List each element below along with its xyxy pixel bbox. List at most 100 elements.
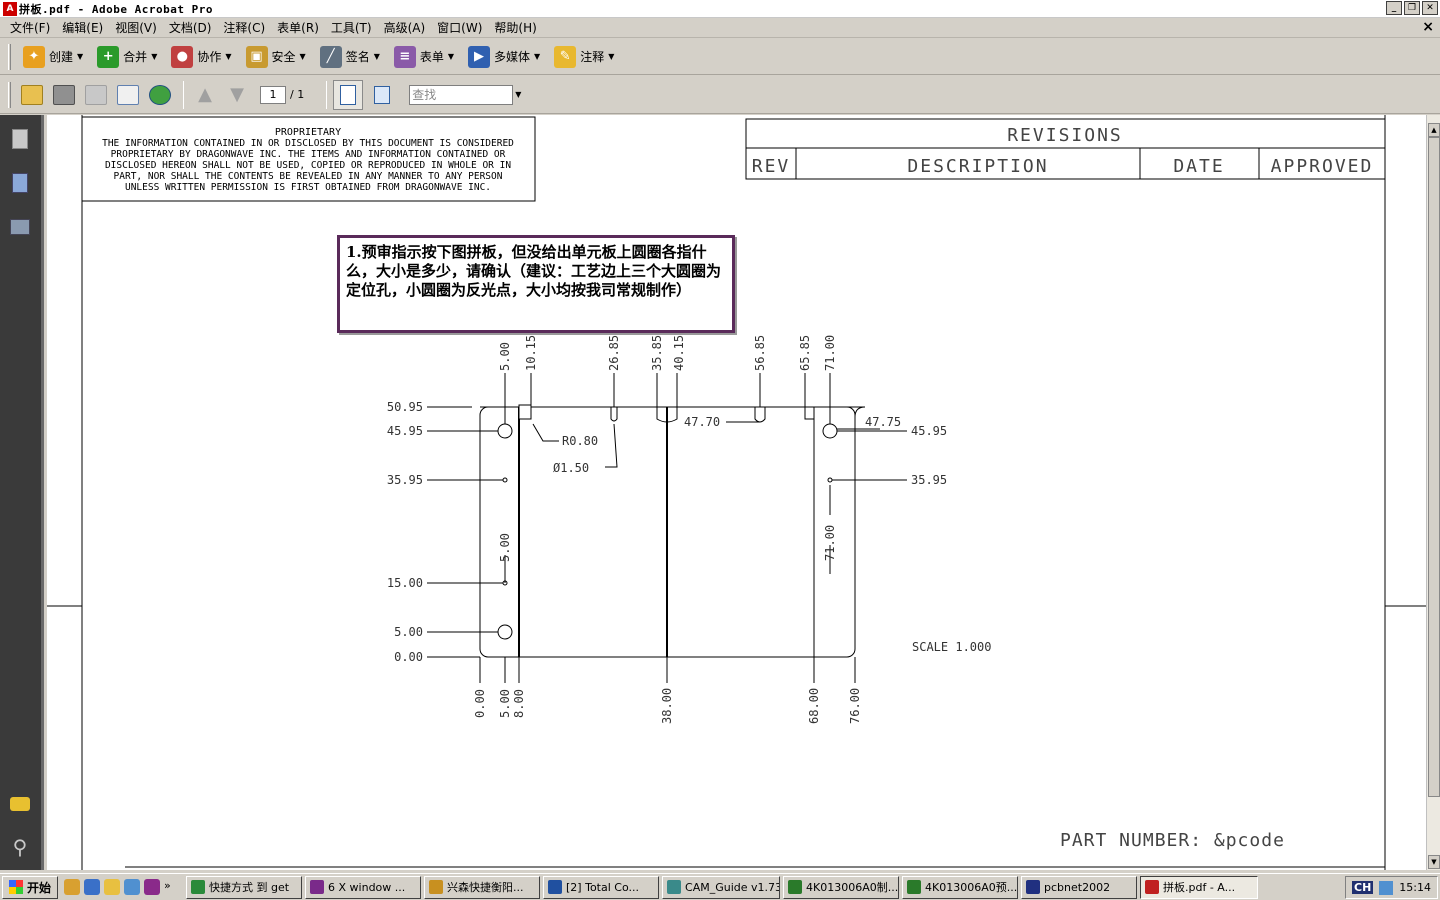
taskbar-item[interactable]: [2] Total Co... <box>543 875 660 899</box>
proprietary-line: DISCLOSED HEREON SHALL NOT BE USED, COPI… <box>105 160 511 171</box>
attachments-panel-button[interactable]: ⚲ <box>8 835 32 859</box>
language-indicator[interactable]: CH <box>1352 881 1374 894</box>
dim-label: 65.85 <box>798 335 812 371</box>
comment-button[interactable]: ✎ 注释 ▼ <box>548 42 620 72</box>
arrow-down-icon: ▼ <box>230 84 244 105</box>
menu-comments[interactable]: 注释(C) <box>217 19 271 36</box>
secure-button[interactable]: ▣ 安全 ▼ <box>240 42 312 72</box>
signature-icon <box>10 219 30 235</box>
minimize-button[interactable]: _ <box>1386 1 1402 15</box>
clock-icon[interactable] <box>104 879 121 895</box>
scroll-thumb[interactable] <box>1428 137 1440 797</box>
create-pdf-icon: ✦ <box>23 45 45 68</box>
vertical-scrollbar[interactable]: ▲ ▼ <box>1426 115 1440 870</box>
rev-header: REV <box>752 156 791 177</box>
taskbar-item[interactable]: CAM_Guide v1.73 <box>662 875 781 899</box>
document-view[interactable]: PROPRIETARY THE INFORMATION CONTAINED IN… <box>47 115 1426 870</box>
menu-edit[interactable]: 编辑(E) <box>56 19 109 36</box>
create-button[interactable]: ✦ 创建 ▼ <box>17 42 89 72</box>
dim-label: Ø1.50 <box>553 461 589 475</box>
scroll-down-icon[interactable]: ▼ <box>1428 855 1440 869</box>
pages-panel-button[interactable] <box>8 127 32 151</box>
document-close-icon[interactable]: × <box>1422 19 1434 35</box>
app-icon <box>191 880 206 894</box>
taskbar-item[interactable]: 快捷方式 到 get <box>186 875 303 899</box>
window-title: 拼板.pdf - Adobe Acrobat Pro <box>19 2 213 16</box>
dim-label: 71.00 <box>823 525 837 561</box>
forms-button[interactable]: ≡ 表单 ▼ <box>388 42 460 72</box>
review-comment-note[interactable]: 1.预审指示按下图拼板，但没给出单元板上圆圈各指什么，大小是多少，请确认（建议：… <box>337 235 735 333</box>
network-tray-icon[interactable] <box>1379 880 1394 895</box>
email-button[interactable] <box>113 81 143 109</box>
bookmarks-icon <box>12 173 28 193</box>
arrow-up-icon: ▲ <box>198 84 212 105</box>
menu-advanced[interactable]: 高级(A) <box>378 19 432 36</box>
dim-label: 76.00 <box>848 688 862 724</box>
dim-label: 35.95 <box>387 473 423 487</box>
page-number-input[interactable]: 1 <box>260 85 286 104</box>
proprietary-line: PROPRIETARY BY DRAGONWAVE INC. THE ITEMS… <box>111 149 506 160</box>
x-app-icon[interactable] <box>144 879 161 895</box>
dim-label: 68.00 <box>807 688 821 724</box>
menu-forms[interactable]: 表单(R) <box>271 19 325 36</box>
email-icon <box>117 84 139 105</box>
app-icon <box>667 880 682 894</box>
combine-button[interactable]: + 合并 ▼ <box>91 42 163 72</box>
app-icon <box>310 880 325 894</box>
dim-label: 71.00 <box>823 335 837 371</box>
quick-launch: » <box>64 879 180 895</box>
scroll-up-icon[interactable]: ▲ <box>1428 123 1440 137</box>
comments-panel-button[interactable] <box>8 792 32 816</box>
combine-files-icon: + <box>97 45 120 68</box>
dim-label: 8.00 <box>512 689 526 718</box>
fit-width-button[interactable] <box>333 79 364 110</box>
search-dropdown-icon[interactable]: ▼ <box>515 90 521 99</box>
task-toolbar: ✦ 创建 ▼ + 合并 ▼ ● 协作 ▼ ▣ 安全 ▼ ╱ 签名 ▼ ≡ 表单 ▼ ▶ 多媒体 ▼ ✎ 注释 ▼ <box>0 39 1440 75</box>
menu-document[interactable]: 文档(D) <box>163 19 218 36</box>
multimedia-button[interactable]: ▶ 多媒体 ▼ <box>462 42 546 72</box>
next-page-button[interactable]: ▼ <box>222 81 252 109</box>
network-icon[interactable] <box>64 879 81 895</box>
dim-label: 45.95 <box>387 424 423 438</box>
description-header: DESCRIPTION <box>907 156 1048 177</box>
start-button[interactable]: 开始 <box>2 875 59 899</box>
menu-window[interactable]: 窗口(W) <box>431 19 488 36</box>
signatures-panel-button[interactable] <box>8 215 32 239</box>
fit-page-icon <box>374 85 391 104</box>
outlook-icon[interactable] <box>124 879 141 895</box>
taskbar-item[interactable]: pcbnet2002 <box>1021 875 1138 899</box>
taskbar-item[interactable]: 4K013006A0预... <box>902 875 1019 899</box>
close-button[interactable]: ✕ <box>1422 1 1438 15</box>
app-icon <box>1026 880 1041 894</box>
fit-page-button[interactable] <box>367 81 397 109</box>
dim-label: 15.00 <box>387 576 423 590</box>
menu-file[interactable]: 文件(F) <box>4 19 56 36</box>
menu-help[interactable]: 帮助(H) <box>488 19 542 36</box>
sign-button[interactable]: ╱ 签名 ▼ <box>314 42 386 72</box>
dim-label: 5.00 <box>498 533 512 562</box>
acrobat-icon: A <box>3 1 17 16</box>
bookmarks-panel-button[interactable] <box>8 171 32 195</box>
dim-label: 35.95 <box>911 473 947 487</box>
previous-page-button[interactable]: ▲ <box>190 81 220 109</box>
taskbar-item[interactable]: 兴森快捷衡阳... <box>424 875 541 899</box>
ie-icon[interactable] <box>84 879 101 895</box>
taskbar-item[interactable]: 6 X window ... <box>305 875 422 899</box>
web-button[interactable] <box>145 81 175 109</box>
menu-view[interactable]: 视图(V) <box>109 19 163 36</box>
restore-button[interactable]: ❐ <box>1404 1 1420 15</box>
open-button[interactable] <box>17 81 47 109</box>
system-tray: CH 15:14 <box>1345 876 1438 899</box>
dim-label: 47.75 <box>865 415 901 429</box>
taskbar-item[interactable]: 4K013006A0制... <box>783 875 900 899</box>
search-input[interactable]: 查找 <box>409 84 514 105</box>
comment-icon: ✎ <box>554 45 577 68</box>
save-button[interactable] <box>81 81 111 109</box>
taskbar-item-active[interactable]: 拼板.pdf - A... <box>1140 875 1259 899</box>
print-button[interactable] <box>49 81 79 109</box>
menu-tools[interactable]: 工具(T) <box>325 19 378 36</box>
more-icon[interactable]: » <box>164 879 180 895</box>
collaborate-button[interactable]: ● 协作 ▼ <box>165 42 237 72</box>
save-icon <box>85 84 107 105</box>
dim-label: 45.95 <box>911 424 947 438</box>
